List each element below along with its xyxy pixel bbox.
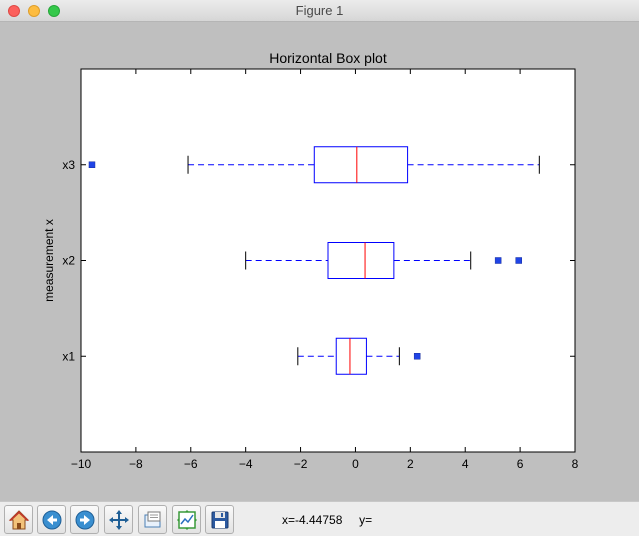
x-tick-label: −4 <box>239 457 253 471</box>
x-tick-label: −6 <box>184 457 198 471</box>
back-arrow-icon <box>42 510 61 529</box>
subplots-button[interactable] <box>172 505 201 534</box>
navigation-toolbar: x=-4.44758 y= <box>0 501 639 536</box>
window-titlebar: Figure 1 <box>0 0 639 22</box>
save-button[interactable] <box>205 505 234 534</box>
outlier-point <box>494 257 502 264</box>
x-tick-label: 2 <box>407 457 414 471</box>
forward-button[interactable] <box>70 505 99 534</box>
x-tick-label: 6 <box>517 457 524 471</box>
y-tick-label: x1 <box>62 349 75 363</box>
x-tick-label: 0 <box>352 457 359 471</box>
x-tick-label: −10 <box>71 457 92 471</box>
move-arrows-icon <box>108 509 129 530</box>
x-tick-label: 4 <box>462 457 469 471</box>
cursor-readout: x=-4.44758 y= <box>282 513 372 527</box>
y-readout: y= <box>359 513 373 527</box>
x-tick-label: 8 <box>572 457 579 471</box>
figure-canvas[interactable]: Horizontal Box plot measurement x −10 −8 −6 −… <box>0 22 639 501</box>
y-tick-label: x3 <box>62 158 75 172</box>
x-readout: x=-4.44758 <box>282 513 343 527</box>
chart-title: Horizontal Box plot <box>269 50 387 66</box>
y-axis-label: measurement x <box>42 219 56 302</box>
outlier-point <box>515 257 522 264</box>
zoom-button[interactable] <box>138 505 167 534</box>
outlier-point <box>413 353 421 360</box>
floppy-disk-icon <box>211 511 228 528</box>
y-tick-label: x2 <box>62 254 75 268</box>
zoom-rectangle-icon <box>144 511 160 527</box>
home-button[interactable] <box>4 505 33 534</box>
back-button[interactable] <box>37 505 66 534</box>
pan-button[interactable] <box>104 505 133 534</box>
home-icon <box>8 509 29 529</box>
outlier-point <box>88 161 96 168</box>
configure-subplots-icon <box>176 509 197 530</box>
x-tick-label: −2 <box>294 457 308 471</box>
window-title: Figure 1 <box>295 3 344 18</box>
forward-arrow-icon <box>75 510 94 529</box>
x-tick-label: −8 <box>129 457 143 471</box>
